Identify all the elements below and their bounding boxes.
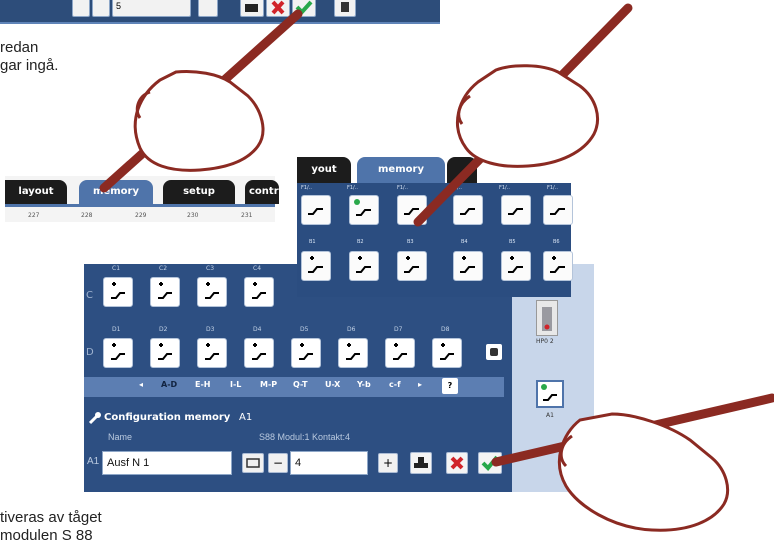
hand-pen-icon (99, 9, 303, 193)
hand-illustrations (99, 3, 774, 532)
hand-pen-icon (491, 393, 774, 532)
hand-pen-icon (413, 3, 633, 227)
